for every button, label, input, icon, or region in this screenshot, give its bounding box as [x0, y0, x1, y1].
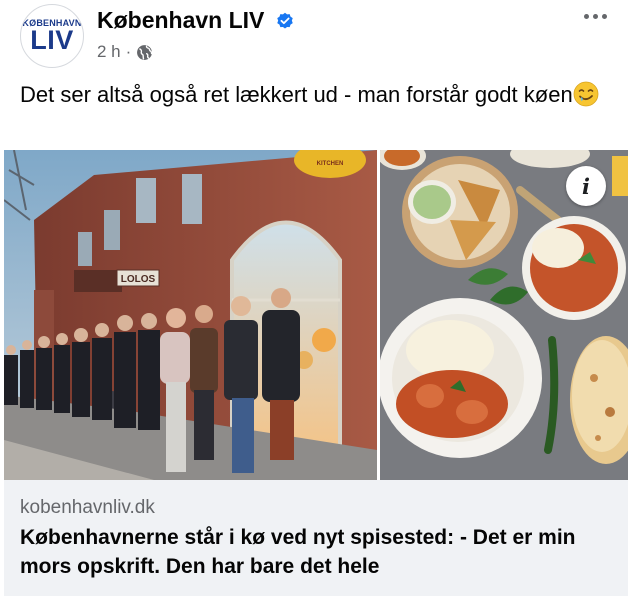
more-dot-icon	[601, 13, 607, 19]
queue-photo: LOLOS KITCHEN	[4, 150, 377, 480]
avatar-main-text: LIV	[30, 25, 74, 55]
link-domain: kobenhavnliv.dk	[20, 497, 155, 518]
link-preview[interactable]: kobenhavnliv.dk Københavnerne står i kø …	[4, 480, 628, 596]
post-message: Det ser altså også ret lækkert ud - man …	[20, 82, 573, 107]
post-meta: 2 h ·	[97, 42, 153, 62]
page-name-link[interactable]: København LIV	[97, 7, 264, 34]
verified-badge-icon	[277, 12, 293, 29]
drooling-face-emoji-icon	[573, 81, 599, 107]
post-text: Det ser altså også ret lækkert ud - man …	[20, 80, 610, 109]
page-avatar[interactable]: KØBENHAVN LIV	[20, 4, 84, 68]
post-time-link[interactable]: 2 h	[97, 42, 121, 62]
more-dot-icon	[592, 13, 598, 19]
restaurant-badge-text: KITCHEN	[317, 161, 344, 167]
more-dot-icon	[583, 13, 589, 19]
meta-separator: ·	[125, 42, 132, 61]
post-image-queue[interactable]: LOLOS KITCHEN	[4, 150, 377, 480]
globe-icon	[137, 44, 153, 60]
link-title[interactable]: Københavnerne står i kø ved nyt spiseste…	[20, 523, 620, 581]
facebook-post: KØBENHAVN LIV København LIV 2 h · Det se…	[0, 0, 630, 600]
more-options-button[interactable]	[578, 6, 612, 26]
shop-sign-text: LOLOS	[121, 274, 156, 285]
info-button[interactable]: i	[566, 166, 606, 206]
